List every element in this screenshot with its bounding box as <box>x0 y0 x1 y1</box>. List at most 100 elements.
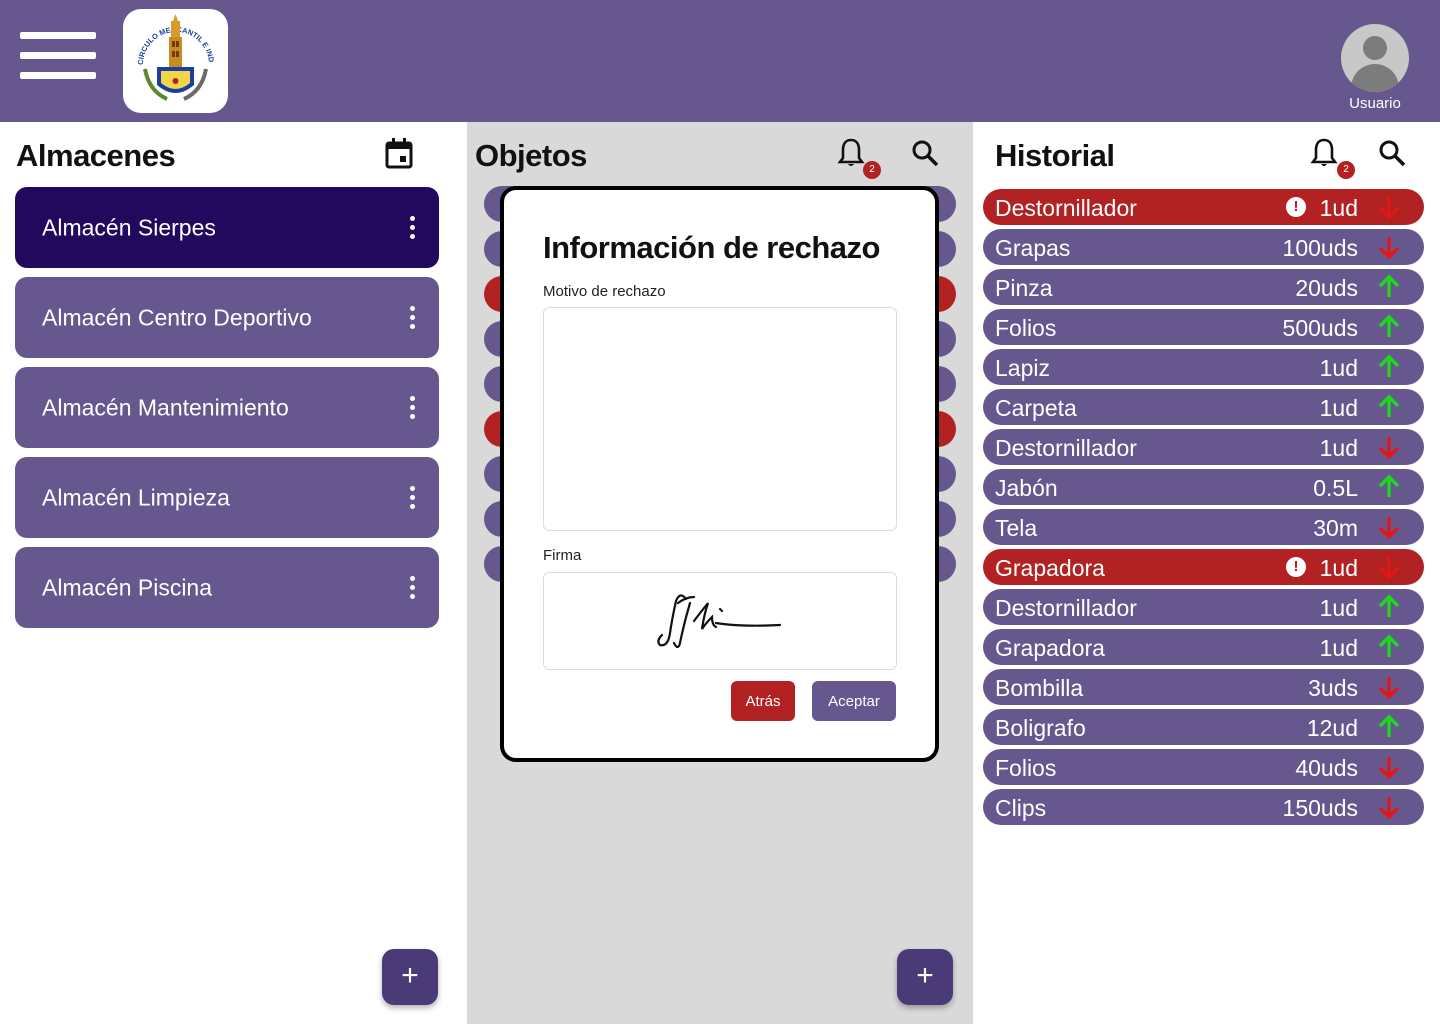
rejection-modal: Información de rechazo Motivo de rechazo… <box>500 186 939 762</box>
user-menu[interactable]: Usuario <box>1338 24 1412 116</box>
historial-row[interactable]: Tela 30m <box>983 509 1424 545</box>
almacenes-title: Almacenes <box>16 138 176 173</box>
item-quantity: 1ud <box>1319 395 1358 421</box>
alert-icon[interactable]: ! <box>1286 197 1306 217</box>
arrow-up-icon <box>1376 314 1402 340</box>
almacen-label: Almacén Sierpes <box>42 214 216 240</box>
accept-button[interactable]: Aceptar <box>812 681 896 721</box>
arrow-down-icon <box>1376 234 1402 260</box>
item-quantity: 150uds <box>1282 795 1358 821</box>
almacen-card[interactable]: Almacén Limpieza <box>15 457 439 538</box>
more-options-icon[interactable] <box>407 215 419 240</box>
notification-badge: 2 <box>863 161 881 179</box>
logo: CIRCULO MERCANTIL E INDUSTRIAL SEVILLA <box>123 9 228 113</box>
item-quantity: 1ud <box>1319 635 1358 661</box>
item-name: Jabón <box>995 475 1058 501</box>
add-almacen-button[interactable]: + <box>382 949 438 1005</box>
almacen-card[interactable]: Almacén Piscina <box>15 547 439 628</box>
arrow-up-icon <box>1376 634 1402 660</box>
historial-row[interactable]: Jabón 0.5L <box>983 469 1424 505</box>
signature-label: Firma <box>543 547 582 564</box>
item-quantity: 1ud <box>1319 435 1358 461</box>
historial-row-rejected[interactable]: Grapadora! 1ud <box>983 549 1424 585</box>
historial-row[interactable]: Grapas 100uds <box>983 229 1424 265</box>
menu-icon[interactable] <box>20 32 96 80</box>
historial-row[interactable]: Lapiz 1ud <box>983 349 1424 385</box>
historial-panel: Historial 2 Destornillador! 1ud Grapas 100u… <box>973 122 1440 1024</box>
top-bar: CIRCULO MERCANTIL E INDUSTRIAL SEVILLA U… <box>0 0 1440 122</box>
notification-badge: 2 <box>1337 161 1355 179</box>
item-name: Folios <box>995 755 1057 781</box>
historial-row[interactable]: Destornillador 1ud <box>983 429 1424 465</box>
arrow-up-icon <box>1376 274 1402 300</box>
item-quantity: 500uds <box>1282 315 1358 341</box>
arrow-up-icon <box>1376 354 1402 380</box>
item-name: Destornillador <box>995 435 1137 461</box>
bell-icon[interactable] <box>1310 137 1340 169</box>
more-options-icon[interactable] <box>407 305 419 330</box>
item-name: Lapiz <box>995 355 1050 381</box>
search-icon[interactable] <box>1377 138 1407 168</box>
item-quantity: 1ud <box>1319 595 1358 621</box>
item-quantity: 20uds <box>1295 275 1358 301</box>
item-quantity: 40uds <box>1295 755 1358 781</box>
arrow-down-icon <box>1376 674 1402 700</box>
historial-row[interactable]: Grapadora 1ud <box>983 629 1424 665</box>
arrow-up-icon <box>1376 474 1402 500</box>
more-options-icon[interactable] <box>407 575 419 600</box>
arrow-down-icon <box>1376 554 1402 580</box>
arrow-up-icon <box>1376 714 1402 740</box>
item-quantity: 12ud <box>1306 715 1358 741</box>
add-objeto-button[interactable]: + <box>897 949 953 1005</box>
search-icon[interactable] <box>910 138 940 168</box>
item-quantity: 1ud <box>1319 555 1358 581</box>
almacen-label: Almacén Mantenimiento <box>42 394 289 420</box>
item-name: Grapas <box>995 235 1071 261</box>
arrow-down-icon <box>1376 514 1402 540</box>
item-name: Folios <box>995 315 1057 341</box>
objetos-title: Objetos <box>475 138 587 173</box>
item-quantity: 3uds <box>1308 675 1358 701</box>
item-name: Boligrafo <box>995 715 1086 741</box>
historial-row[interactable]: Carpeta 1ud <box>983 389 1424 425</box>
reason-input[interactable] <box>543 307 897 531</box>
almacen-card[interactable]: Almacén Mantenimiento <box>15 367 439 448</box>
more-options-icon[interactable] <box>407 395 419 420</box>
bell-icon[interactable] <box>837 137 867 169</box>
historial-row[interactable]: Boligrafo 12ud <box>983 709 1424 745</box>
almacen-label: Almacén Centro Deportivo <box>42 304 312 330</box>
historial-row[interactable]: Pinza 20uds <box>983 269 1424 305</box>
item-name: Pinza <box>995 275 1053 301</box>
item-name: Bombilla <box>995 675 1084 701</box>
historial-row[interactable]: Bombilla 3uds <box>983 669 1424 705</box>
arrow-up-icon <box>1376 394 1402 420</box>
item-name: Clips <box>995 795 1047 821</box>
almacen-label: Almacén Piscina <box>42 574 213 600</box>
almacenes-panel: Almacenes Almacén Sierpes Almacén Centro … <box>0 122 467 1024</box>
historial-row-rejected[interactable]: Destornillador! 1ud <box>983 189 1424 225</box>
item-name: Destornillador <box>995 595 1137 621</box>
historial-row[interactable]: Folios 40uds <box>983 749 1424 785</box>
item-name: Destornillador <box>995 195 1137 221</box>
alert-icon[interactable]: ! <box>1286 557 1306 577</box>
item-name: Carpeta <box>995 395 1077 421</box>
historial-row[interactable]: Folios 500uds <box>983 309 1424 345</box>
modal-title: Información de rechazo <box>543 230 880 265</box>
club-seal-icon: CIRCULO MERCANTIL E INDUSTRIAL SEVILLA <box>123 9 216 101</box>
avatar[interactable] <box>1341 24 1409 92</box>
arrow-down-icon <box>1376 194 1402 220</box>
calendar-icon[interactable] <box>384 137 414 169</box>
almacen-card[interactable]: Almacén Centro Deportivo <box>15 277 439 358</box>
item-name: Grapadora <box>995 635 1105 661</box>
reason-label: Motivo de rechazo <box>543 283 666 300</box>
almacen-label: Almacén Limpieza <box>42 484 230 510</box>
historial-row[interactable]: Destornillador 1ud <box>983 589 1424 625</box>
user-label: Usuario <box>1349 95 1401 112</box>
back-button[interactable]: Atrás <box>731 681 795 721</box>
more-options-icon[interactable] <box>407 485 419 510</box>
historial-row[interactable]: Clips 150uds <box>983 789 1424 825</box>
signature-box[interactable] <box>543 572 897 670</box>
almacen-card[interactable]: Almacén Sierpes <box>15 187 439 268</box>
item-quantity: 1ud <box>1319 355 1358 381</box>
arrow-down-icon <box>1376 434 1402 460</box>
